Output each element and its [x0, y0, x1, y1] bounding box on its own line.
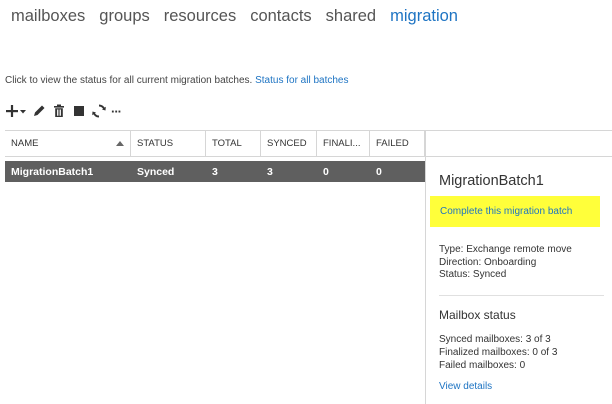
- delete-button[interactable]: [51, 102, 67, 120]
- info-line: Click to view the status for all current…: [5, 75, 349, 86]
- details-top-border: [425, 130, 612, 131]
- details-type: Type: Exchange remote move: [439, 244, 572, 255]
- migration-grid: NAME STATUS TOTAL SYNCED FINALI... FAILE…: [5, 130, 425, 182]
- cell-finalized: 0: [323, 165, 329, 178]
- cell-failed: 0: [376, 165, 382, 178]
- cell-total: 3: [212, 165, 218, 178]
- stop-button[interactable]: [71, 102, 87, 120]
- nav-contacts[interactable]: contacts: [250, 7, 311, 26]
- edit-button[interactable]: [31, 102, 47, 120]
- more-button[interactable]: ···: [111, 102, 122, 120]
- nav-groups[interactable]: groups: [99, 7, 149, 26]
- status-all-batches-link[interactable]: Status for all batches: [255, 75, 348, 86]
- toolbar: ···: [5, 101, 122, 121]
- table-row[interactable]: MigrationBatch1 Synced 3 3 0 0: [5, 161, 425, 182]
- details-pane: MigrationBatch1: [439, 169, 609, 189]
- col-header-name[interactable]: NAME: [5, 131, 131, 156]
- col-header-finalized-label: FINALI...: [323, 138, 361, 149]
- mailbox-status-list: Synced mailboxes: 3 of 3 Finalized mailb…: [439, 333, 557, 372]
- delete-icon: [54, 104, 64, 117]
- col-header-total-label: TOTAL: [212, 138, 242, 149]
- edit-icon: [34, 105, 45, 116]
- synced-mailboxes: Synced mailboxes: 3 of 3: [439, 334, 551, 345]
- more-icon: ···: [111, 103, 122, 119]
- details-title: MigrationBatch1: [439, 173, 544, 189]
- top-nav: mailboxes groups resources contacts shar…: [11, 7, 458, 26]
- details-pane-divider: [425, 130, 426, 404]
- col-header-failed[interactable]: FAILED: [370, 131, 425, 156]
- finalized-mailboxes: Finalized mailboxes: 0 of 3: [439, 347, 558, 358]
- col-header-synced[interactable]: SYNCED: [261, 131, 317, 156]
- view-details-link[interactable]: View details: [439, 381, 492, 392]
- add-icon: [6, 105, 26, 117]
- details-properties: Type: Exchange remote move Direction: On…: [439, 244, 572, 282]
- complete-batch-link[interactable]: Complete this migration batch: [440, 206, 572, 217]
- nav-migration[interactable]: migration: [390, 7, 458, 26]
- details-header-border: [425, 156, 612, 157]
- sort-ascending-icon: [116, 141, 124, 146]
- details-status: Status: Synced: [439, 269, 507, 280]
- refresh-icon: [92, 104, 106, 118]
- col-header-failed-label: FAILED: [376, 138, 409, 149]
- cell-status: Synced: [137, 165, 175, 178]
- col-header-status[interactable]: STATUS: [131, 131, 206, 156]
- col-header-status-label: STATUS: [137, 138, 174, 149]
- cell-name: MigrationBatch1: [11, 165, 94, 178]
- nav-resources[interactable]: resources: [164, 7, 236, 26]
- cell-synced: 3: [267, 165, 273, 178]
- nav-shared[interactable]: shared: [326, 7, 376, 26]
- col-header-total[interactable]: TOTAL: [206, 131, 261, 156]
- details-direction: Direction: Onboarding: [439, 256, 537, 268]
- failed-mailboxes: Failed mailboxes: 0: [439, 360, 526, 371]
- col-header-synced-label: SYNCED: [267, 138, 307, 149]
- add-button[interactable]: [5, 102, 27, 120]
- stop-icon: [74, 106, 84, 116]
- mailbox-status-title: Mailbox status: [439, 308, 516, 322]
- refresh-button[interactable]: [91, 102, 107, 120]
- col-header-finalized[interactable]: FINALI...: [317, 131, 370, 156]
- info-text: Click to view the status for all current…: [5, 75, 253, 86]
- col-header-name-label: NAME: [11, 138, 39, 149]
- details-separator: [439, 295, 604, 296]
- grid-header: NAME STATUS TOTAL SYNCED FINALI... FAILE…: [5, 130, 425, 157]
- nav-mailboxes[interactable]: mailboxes: [11, 7, 85, 26]
